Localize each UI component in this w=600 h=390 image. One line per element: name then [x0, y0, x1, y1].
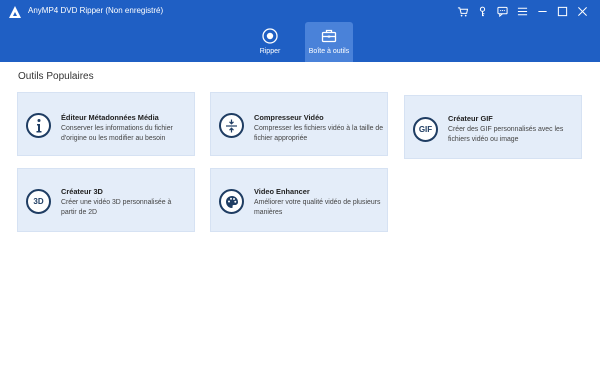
tool-description: Compresser les fichiers vidéo à la taill…	[254, 125, 384, 142]
close-icon[interactable]	[572, 2, 592, 20]
3d-icon: 3D	[26, 189, 51, 214]
tool-title: Créateur GIF	[448, 114, 493, 123]
tool-card-gif-creator[interactable]: GIF Créateur GIF Créer des GIF personnal…	[404, 95, 582, 159]
palette-icon	[219, 189, 244, 214]
tool-card-video-enhancer[interactable]: Video Enhancer Améliorer votre qualité v…	[210, 168, 388, 232]
maximize-icon[interactable]	[552, 2, 572, 20]
cart-icon[interactable]	[452, 2, 472, 20]
tool-title: Compresseur Vidéo	[254, 113, 324, 122]
tab-toolbox-label: Boîte à outils	[308, 48, 350, 55]
info-icon	[26, 113, 51, 138]
tool-description: Créer une vidéo 3D personnalisée à parti…	[61, 199, 172, 216]
tool-card-metadata-editor[interactable]: Éditeur Métadonnées Média Conserver les …	[17, 92, 195, 156]
tool-card-3d-creator[interactable]: 3D Créateur 3D Créer une vidéo 3D person…	[17, 168, 195, 232]
tab-ripper[interactable]: Ripper	[246, 22, 294, 62]
tool-description: Conserver les informations du fichier d'…	[61, 125, 173, 142]
title-bar: AnyMP4 DVD Ripper (Non enregistré) Rippe…	[0, 0, 600, 62]
gif-icon: GIF	[413, 117, 438, 142]
disc-icon	[262, 28, 278, 44]
tab-ripper-label: Ripper	[259, 48, 281, 55]
compress-icon	[219, 113, 244, 138]
anymp4-logo	[9, 6, 21, 18]
tool-description: Améliorer votre qualité vidéo de plusieu…	[254, 199, 381, 216]
menu-icon[interactable]	[512, 2, 532, 20]
app-window: AnyMP4 DVD Ripper (Non enregistré) Rippe…	[0, 0, 600, 390]
tool-title: Créateur 3D	[61, 187, 103, 196]
tool-card-video-compressor[interactable]: Compresseur Vidéo Compresser les fichier…	[210, 92, 388, 156]
tool-description: Créer des GIF personnalisés avec les fic…	[448, 126, 564, 143]
toolbox-icon	[321, 29, 337, 43]
app-title: AnyMP4 DVD Ripper (Non enregistré)	[28, 6, 164, 15]
window-controls	[452, 2, 592, 20]
tool-title: Éditeur Métadonnées Média	[61, 113, 159, 122]
minimize-icon[interactable]	[532, 2, 552, 20]
chat-icon[interactable]	[492, 2, 512, 20]
section-title: Outils Populaires	[18, 71, 94, 82]
key-icon[interactable]	[472, 2, 492, 20]
tab-toolbox[interactable]: Boîte à outils	[305, 22, 353, 62]
tool-title: Video Enhancer	[254, 187, 310, 196]
